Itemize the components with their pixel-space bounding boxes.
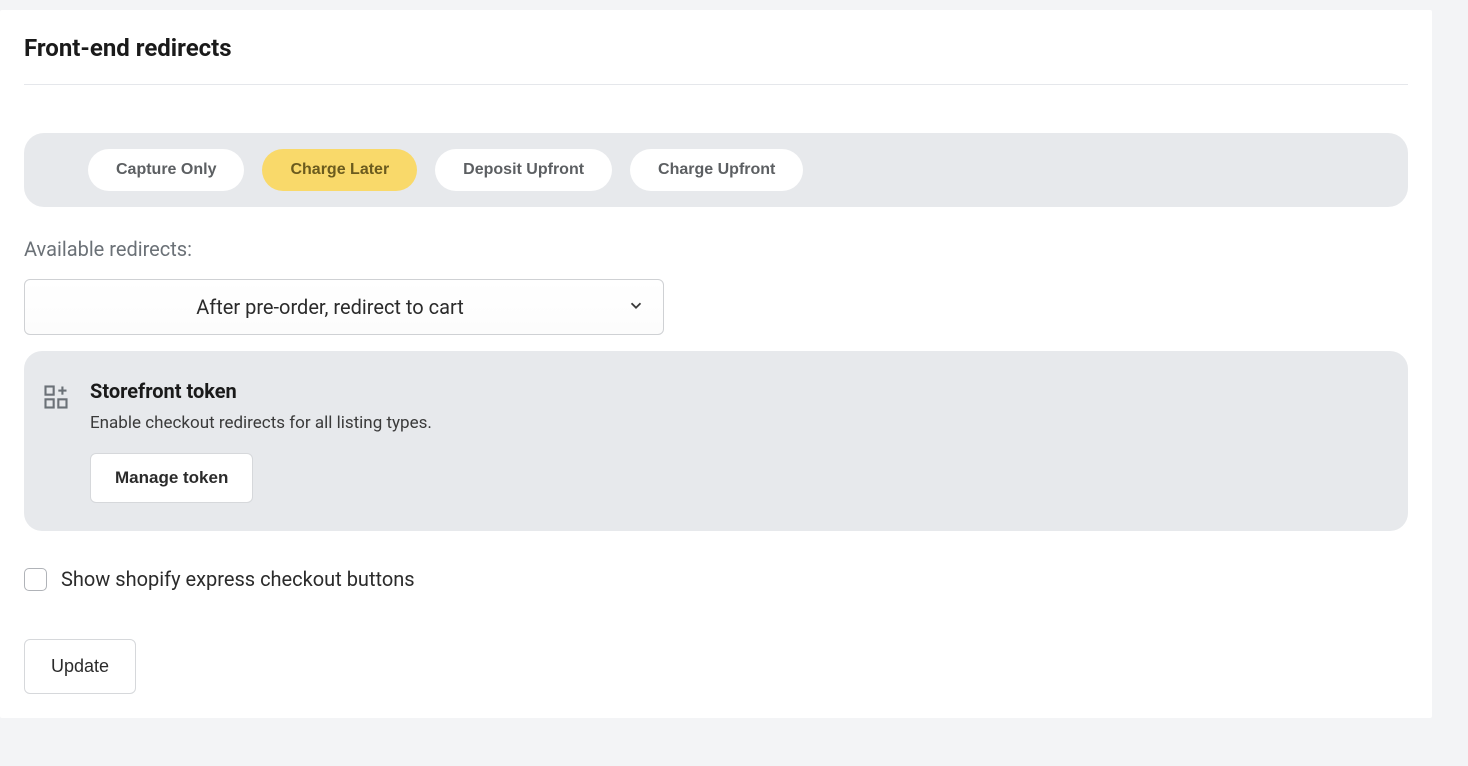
app-icon [42,379,70,503]
express-checkout-row: Show shopify express checkout buttons [24,567,1408,591]
available-redirects-label: Available redirects: [24,237,1408,261]
divider [24,84,1408,85]
redirect-select[interactable]: After pre-order, redirect to cart [24,279,664,335]
token-description: Enable checkout redirects for all listin… [90,413,1380,433]
tab-deposit-upfront[interactable]: Deposit Upfront [435,149,612,191]
chevron-down-icon [627,295,645,319]
settings-card: Front-end redirects Capture Only Charge … [0,10,1432,718]
token-content: Storefront token Enable checkout redirec… [90,379,1380,503]
page-title: Front-end redirects [24,34,1408,62]
page-container: Front-end redirects Capture Only Charge … [0,0,1468,748]
storefront-token-panel: Storefront token Enable checkout redirec… [24,351,1408,531]
express-checkout-label: Show shopify express checkout buttons [61,567,415,591]
tab-charge-later[interactable]: Charge Later [262,149,417,191]
tabs-container: Capture Only Charge Later Deposit Upfron… [24,133,1408,207]
update-button[interactable]: Update [24,639,136,694]
tab-charge-upfront[interactable]: Charge Upfront [630,149,803,191]
manage-token-button[interactable]: Manage token [90,453,253,503]
tab-capture-only[interactable]: Capture Only [88,149,244,191]
express-checkout-checkbox[interactable] [24,568,47,591]
redirect-select-wrapper: After pre-order, redirect to cart [24,279,664,335]
token-title: Storefront token [90,379,1380,403]
redirect-select-value: After pre-order, redirect to cart [196,295,464,319]
